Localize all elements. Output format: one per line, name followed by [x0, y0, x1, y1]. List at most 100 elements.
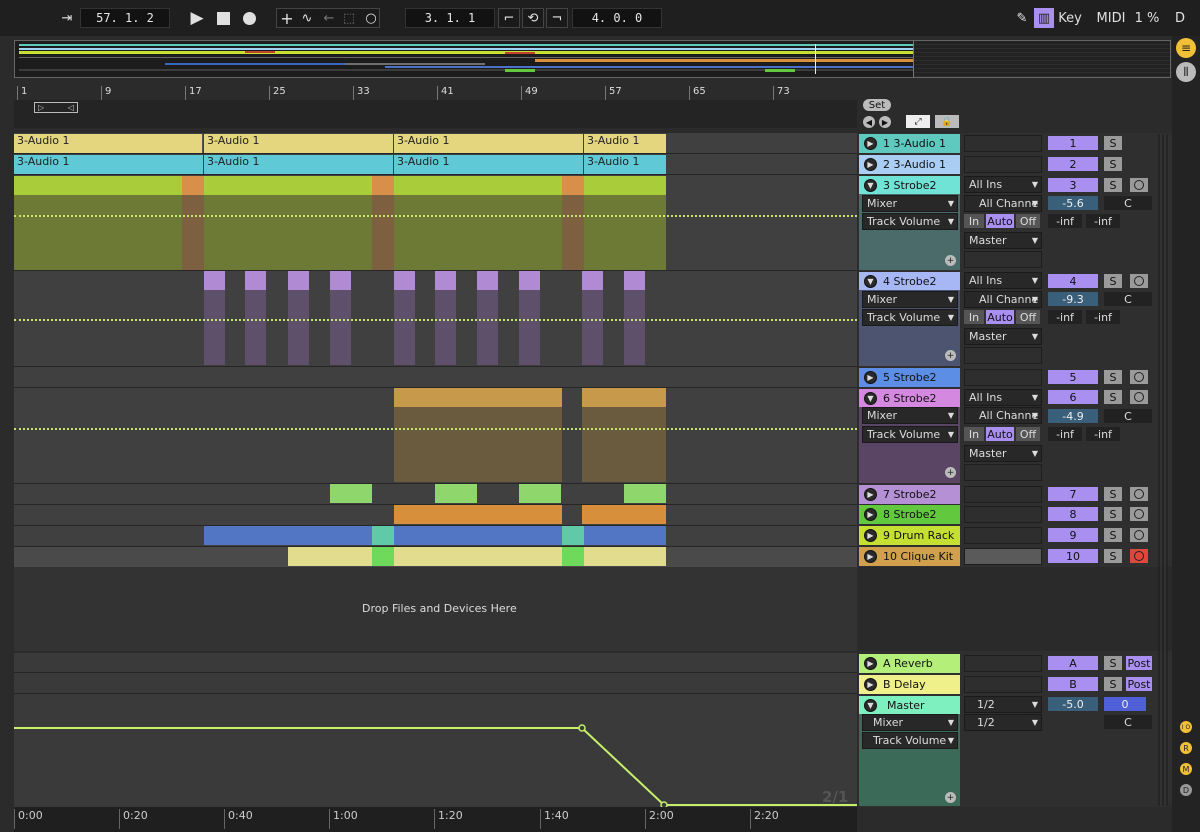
track-number[interactable]: 7	[1048, 487, 1098, 501]
track-lane-4[interactable]	[14, 271, 857, 367]
hamburger-icon[interactable]: ≡	[1176, 38, 1196, 58]
device-chooser[interactable]: Mixer	[862, 714, 958, 731]
track-header-9[interactable]: ▶ 9 Drum Rack	[859, 526, 960, 545]
track-lane-10[interactable]	[14, 547, 857, 568]
monitor-in-button[interactable]: In	[964, 214, 984, 228]
arm-icon[interactable]	[1130, 507, 1148, 521]
lock-icon[interactable]: 🔒	[935, 115, 959, 128]
input-channel-chooser[interactable]: All Channe	[964, 407, 1042, 424]
keyboard-icon[interactable]: ▥	[1034, 8, 1054, 28]
master-automation-line[interactable]	[14, 695, 857, 807]
pan-field[interactable]: C	[1104, 196, 1152, 210]
return-letter[interactable]: B	[1048, 677, 1098, 691]
record-icon[interactable]	[238, 8, 260, 28]
io-slot[interactable]	[964, 676, 1042, 693]
io-slot[interactable]	[964, 655, 1042, 672]
output-chooser[interactable]: Master	[964, 232, 1042, 249]
arm-icon[interactable]	[1130, 178, 1148, 192]
loop-start-display[interactable]: 3. 1. 1	[405, 8, 495, 28]
audio-clip[interactable]: 3-Audio 1	[204, 134, 393, 153]
audio-clip[interactable]: 3-Audio 1	[394, 155, 583, 174]
monitor-off-button[interactable]: Off	[1016, 427, 1040, 441]
audio-clip[interactable]: 3-Audio 1	[584, 134, 666, 153]
song-position-display[interactable]: 57. 1. 2	[80, 8, 170, 28]
pan-field[interactable]: C	[1104, 292, 1152, 306]
audio-clip[interactable]: 3-Audio 1	[14, 155, 203, 174]
post-button[interactable]: Post	[1126, 677, 1152, 691]
play-icon[interactable]: ▶	[186, 8, 208, 28]
monitor-off-button[interactable]: Off	[1016, 310, 1040, 324]
mixer-toggle-button[interactable]: M	[1180, 763, 1192, 775]
bar-ruler[interactable]: 1 9 17 25 33 41 49 57 65 73	[14, 86, 857, 100]
track-number[interactable]: 4	[1048, 274, 1098, 288]
cue-out-chooser[interactable]: 1/2	[964, 696, 1042, 713]
return-header-a[interactable]: ▶ A Reverb	[859, 654, 960, 673]
solo-button[interactable]: S	[1104, 136, 1122, 150]
track-number[interactable]: 3	[1048, 178, 1098, 192]
io-slot[interactable]	[964, 527, 1042, 544]
arm-icon[interactable]	[1130, 274, 1148, 288]
parameter-chooser[interactable]: Track Volume	[862, 213, 958, 230]
monitor-auto-button[interactable]: Auto	[986, 214, 1014, 228]
track-lane-8[interactable]	[14, 505, 857, 526]
audio-clip[interactable]: 3-Audio 1	[204, 155, 393, 174]
track-header-10[interactable]: ▶ 10 Clique Kit	[859, 547, 960, 566]
io-slot[interactable]	[964, 135, 1042, 152]
arrangement-overview[interactable]	[14, 40, 1171, 78]
track-number[interactable]: 1	[1048, 136, 1098, 150]
volume-field[interactable]: -9.3	[1048, 292, 1098, 306]
track-number[interactable]: 9	[1048, 528, 1098, 542]
add-lane-icon[interactable]: +	[945, 792, 956, 803]
parameter-chooser[interactable]: Track Volume	[862, 732, 958, 749]
track-lane-2[interactable]: 3-Audio 1 3-Audio 1 3-Audio 1 3-Audio 1	[14, 154, 857, 175]
loop-brace-icon[interactable]: ▷ ◁	[34, 102, 78, 113]
solo-button[interactable]: S	[1104, 656, 1122, 670]
delay-toggle-button[interactable]: D	[1180, 784, 1192, 796]
monitor-off-button[interactable]: Off	[1016, 214, 1040, 228]
io-slot[interactable]	[964, 506, 1042, 523]
pan-field[interactable]: C	[1104, 715, 1152, 729]
track-header-8[interactable]: ▶ 8 Strobe2	[859, 505, 960, 524]
master-volume-field[interactable]: -5.0	[1048, 697, 1098, 711]
capture-icon[interactable]: ⬚	[340, 8, 358, 28]
track-lane-6[interactable]	[14, 388, 857, 484]
loop-toggle-icon[interactable]: ⟲	[522, 8, 544, 28]
solo-button[interactable]: S	[1104, 549, 1122, 563]
loop-length-display[interactable]: 4. 0. 0	[572, 8, 662, 28]
return-letter[interactable]: A	[1048, 656, 1098, 670]
io-slot[interactable]	[964, 486, 1042, 503]
monitor-in-button[interactable]: In	[964, 310, 984, 324]
arm-icon[interactable]	[1130, 487, 1148, 501]
output-channel-slot[interactable]	[964, 464, 1042, 481]
track-header-2[interactable]: ▶ 2 3-Audio 1	[859, 155, 960, 174]
follow-icon[interactable]: ⇥	[56, 8, 78, 28]
input-channel-chooser[interactable]: All Channe	[964, 291, 1042, 308]
track-header-1[interactable]: ▶ 1 3-Audio 1	[859, 134, 960, 153]
volume-field[interactable]: -4.9	[1048, 409, 1098, 423]
solo-button[interactable]: S	[1104, 178, 1122, 192]
stop-icon[interactable]	[212, 8, 234, 28]
nav-left-icon[interactable]: ◀	[863, 116, 875, 128]
input-type-chooser[interactable]: All Ins	[964, 272, 1042, 289]
add-lane-icon[interactable]: +	[945, 350, 956, 361]
io-slot[interactable]	[964, 156, 1042, 173]
io-slot[interactable]	[964, 548, 1042, 565]
io-slot[interactable]	[964, 369, 1042, 386]
solo-button[interactable]: S	[1104, 157, 1122, 171]
add-icon[interactable]: +	[278, 8, 296, 28]
audio-clip[interactable]: 3-Audio 1	[584, 155, 666, 174]
solo-button[interactable]: S	[1104, 507, 1122, 521]
track-lane-7[interactable]	[14, 484, 857, 505]
punch-out-icon[interactable]: ¬	[546, 8, 568, 28]
mixer-toggle-icon[interactable]: ⦀	[1176, 62, 1196, 82]
arm-icon[interactable]	[1130, 549, 1148, 563]
output-channel-slot[interactable]	[964, 251, 1042, 268]
add-lane-icon[interactable]: +	[945, 255, 956, 266]
cue-volume-field[interactable]: 0	[1104, 697, 1146, 711]
monitor-auto-button[interactable]: Auto	[986, 310, 1014, 324]
back-to-arrangement-icon[interactable]: ←	[320, 8, 338, 28]
master-header[interactable]: ▼ Master	[859, 696, 960, 806]
device-chooser[interactable]: Mixer	[862, 407, 958, 424]
solo-button[interactable]: S	[1104, 390, 1122, 404]
io-toggle-button[interactable]: I O	[1180, 721, 1192, 733]
